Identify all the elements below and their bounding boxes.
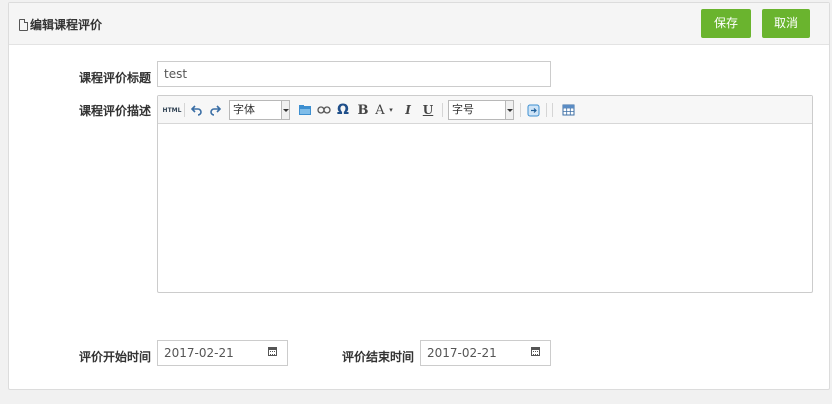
title-label: 课程评价标题 (79, 71, 152, 85)
title-input[interactable]: test (157, 61, 551, 87)
insert-file-button[interactable] (525, 100, 541, 120)
edit-panel: 编辑课程评价 保存 取消 课程评价标题 test 课程评价描述 HTML 字体 (8, 2, 830, 390)
caret-down-icon[interactable]: ▾ (387, 100, 395, 120)
document-icon (19, 18, 28, 31)
toolbar-separator (552, 103, 553, 117)
save-button[interactable]: 保存 (701, 9, 751, 38)
font-size-select[interactable]: 字号 (448, 100, 514, 120)
font-color-button[interactable]: A (374, 100, 386, 120)
font-size-value: 字号 (452, 103, 474, 116)
panel-header: 编辑课程评价 保存 取消 (9, 3, 829, 45)
underline-button[interactable]: U (422, 100, 434, 120)
description-label: 课程评价描述 (79, 104, 152, 118)
file-insert-icon (527, 104, 539, 116)
redo-button[interactable] (208, 100, 222, 120)
chevron-down-icon (281, 100, 290, 120)
calendar-icon[interactable] (531, 347, 540, 356)
end-date-input[interactable]: 2017-02-21 (420, 340, 551, 366)
editor-content-area[interactable] (158, 124, 812, 292)
editor-toolbar: HTML 字体 Ω B A ▾ I U 字号 (158, 96, 812, 124)
toolbar-separator (442, 103, 443, 117)
insert-table-button[interactable] (560, 100, 576, 120)
undo-icon (191, 105, 202, 116)
italic-button[interactable]: I (402, 100, 414, 120)
insert-image-button[interactable] (297, 100, 313, 120)
panel-title: 编辑课程评价 (19, 16, 102, 33)
start-date-value: 2017-02-21 (164, 346, 234, 360)
end-date-value: 2017-02-21 (427, 346, 497, 360)
undo-button[interactable] (190, 100, 204, 120)
insert-link-button[interactable] (316, 100, 332, 120)
panel-title-text: 编辑课程评价 (30, 18, 103, 32)
calendar-icon[interactable] (268, 347, 277, 356)
start-time-label: 评价开始时间 (79, 350, 152, 364)
special-char-button[interactable]: Ω (336, 100, 350, 120)
font-family-value: 字体 (233, 103, 255, 116)
font-family-select[interactable]: 字体 (229, 100, 290, 120)
toolbar-separator (184, 103, 185, 117)
end-time-label: 评价结束时间 (342, 350, 415, 364)
chevron-down-icon (505, 100, 514, 120)
toolbar-separator (546, 103, 547, 117)
image-folder-icon (299, 105, 311, 115)
toolbar-separator (520, 103, 521, 117)
html-source-button[interactable]: HTML (163, 100, 182, 120)
start-date-input[interactable]: 2017-02-21 (157, 340, 288, 366)
cancel-button[interactable]: 取消 (762, 9, 810, 38)
rich-text-editor: HTML 字体 Ω B A ▾ I U 字号 (157, 95, 813, 293)
redo-icon (210, 105, 221, 116)
table-icon (562, 104, 574, 116)
link-icon (317, 106, 331, 114)
bold-button[interactable]: B (356, 100, 370, 120)
